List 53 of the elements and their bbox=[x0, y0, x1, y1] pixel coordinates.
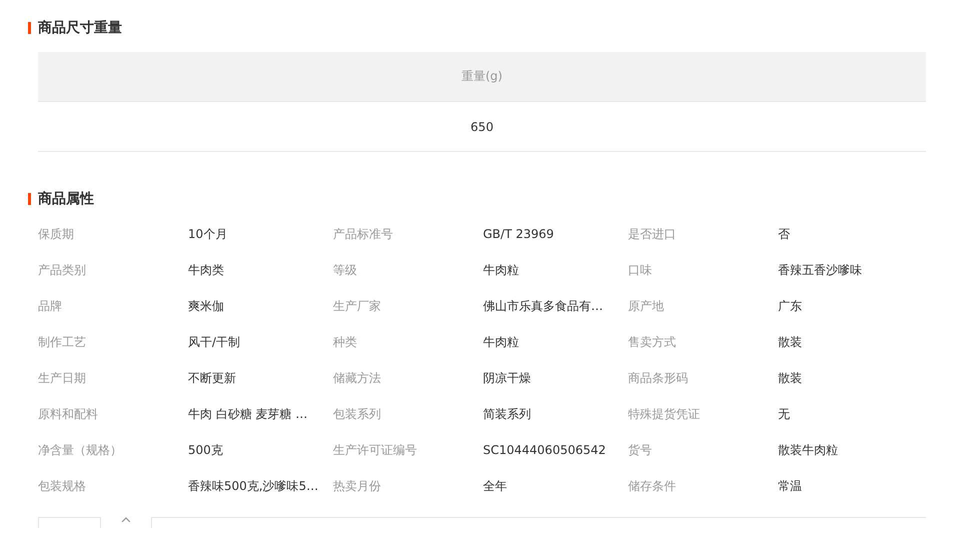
attribute-value: 全年 bbox=[483, 478, 507, 494]
attribute-label: 生产日期 bbox=[38, 370, 86, 386]
attribute-value: 牛肉类 bbox=[188, 262, 224, 278]
attribute-value: SC10444060506542 bbox=[483, 443, 606, 457]
attribute-label: 净含量（规格） bbox=[38, 442, 122, 458]
attribute-label: 品牌 bbox=[38, 298, 62, 314]
attribute-value: 简装系列 bbox=[483, 406, 531, 422]
attribute-label: 保质期 bbox=[38, 226, 74, 242]
attribute-label: 原料和配料 bbox=[38, 406, 98, 422]
attribute-label: 生产厂家 bbox=[333, 298, 381, 314]
attribute-value: 广东 bbox=[778, 298, 802, 314]
attribute-value: 散装 bbox=[778, 334, 802, 350]
attribute-value: 散装 bbox=[778, 370, 802, 386]
attribute-value: 香辣五香沙嗲味 bbox=[778, 262, 862, 278]
section-title: 商品尺寸重量 bbox=[38, 19, 122, 37]
attribute-label: 种类 bbox=[333, 334, 357, 350]
attribute-label: 商品条形码 bbox=[628, 370, 688, 386]
attribute-value: 散装牛肉粒 bbox=[778, 442, 838, 458]
attribute-label: 储藏方法 bbox=[333, 370, 381, 386]
attribute-label: 包装系列 bbox=[333, 406, 381, 422]
attribute-value: 阴凉干燥 bbox=[483, 370, 531, 386]
attribute-value: 无 bbox=[778, 406, 790, 422]
attribute-label: 热卖月份 bbox=[333, 478, 381, 494]
attribute-value: 不断更新 bbox=[188, 370, 236, 386]
attribute-label: 售卖方式 bbox=[628, 334, 676, 350]
table-cell: 650 bbox=[38, 102, 926, 152]
attribute-value: 10个月 bbox=[188, 226, 228, 242]
attribute-label: 产品类别 bbox=[38, 262, 86, 278]
attribute-label: 特殊提货凭证 bbox=[628, 406, 700, 422]
attribute-value: 爽米伽 bbox=[188, 298, 224, 314]
attribute-label: 制作工艺 bbox=[38, 334, 86, 350]
section-title: 商品属性 bbox=[38, 190, 94, 208]
attribute-label: 储存条件 bbox=[628, 478, 676, 494]
attribute-value: 佛山市乐真多食品有… bbox=[483, 298, 603, 314]
attribute-value: 500克 bbox=[188, 442, 223, 458]
attribute-label: 口味 bbox=[628, 262, 652, 278]
attribute-value: 牛肉粒 bbox=[483, 262, 519, 278]
table-header: 重量(g) bbox=[38, 52, 926, 102]
attribute-value: 常温 bbox=[778, 478, 802, 494]
attribute-label: 是否进口 bbox=[628, 226, 676, 242]
attribute-value: GB/T 23969 bbox=[483, 227, 554, 241]
attribute-value: 风干/干制 bbox=[188, 334, 240, 350]
caret-up-icon[interactable] bbox=[121, 517, 131, 522]
attribute-value: 香辣味500克,沙嗲味5… bbox=[188, 478, 318, 494]
attribute-value: 牛肉粒 bbox=[483, 334, 519, 350]
attribute-label: 生产许可证编号 bbox=[333, 442, 417, 458]
attribute-label: 原产地 bbox=[628, 298, 664, 314]
attribute-label: 包装规格 bbox=[38, 478, 86, 494]
attribute-value: 牛肉 白砂糖 麦芽糖 … bbox=[188, 406, 308, 422]
attribute-label: 等级 bbox=[333, 262, 357, 278]
attribute-label: 货号 bbox=[628, 442, 652, 458]
attribute-label: 产品标准号 bbox=[333, 226, 393, 242]
attribute-value: 否 bbox=[778, 226, 790, 242]
